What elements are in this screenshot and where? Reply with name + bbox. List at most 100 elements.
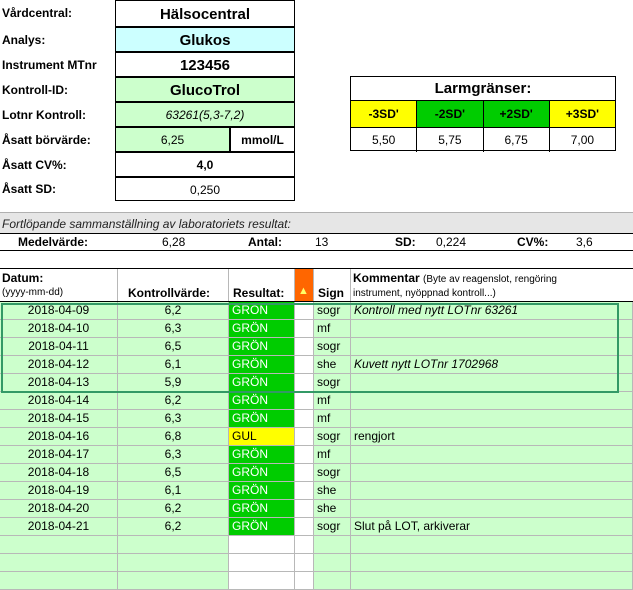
cell-date[interactable] — [0, 536, 118, 554]
cell-date[interactable]: 2018-04-09 — [0, 302, 118, 320]
cell-sign[interactable]: sogr — [314, 464, 351, 482]
cell-comment[interactable] — [351, 410, 633, 428]
cell-value[interactable]: 6,2 — [118, 392, 229, 410]
cell-value[interactable]: 6,5 — [118, 464, 229, 482]
cell-comment[interactable]: rengjort — [351, 428, 633, 446]
cell-blank[interactable] — [295, 554, 314, 572]
lotnr-field[interactable]: 63261(5,3-7,2) — [115, 102, 295, 127]
cell-value[interactable]: 5,9 — [118, 374, 229, 392]
sd-field[interactable]: 0,250 — [115, 177, 295, 201]
cell-blank[interactable] — [295, 500, 314, 518]
cell-sign[interactable] — [314, 554, 351, 572]
cell-blank[interactable] — [295, 392, 314, 410]
cell-result[interactable]: GRÖN — [229, 464, 295, 482]
cell-date[interactable]: 2018-04-21 — [0, 518, 118, 536]
cell-comment[interactable] — [351, 392, 633, 410]
cell-date[interactable]: 2018-04-16 — [0, 428, 118, 446]
cell-comment[interactable]: Kontroll med nytt LOTnr 63261 — [351, 302, 633, 320]
cell-blank[interactable] — [295, 374, 314, 392]
cv-field[interactable]: 4,0 — [115, 152, 295, 177]
cell-value[interactable]: 6,5 — [118, 338, 229, 356]
cell-result[interactable]: GRÖN — [229, 302, 295, 320]
cell-result[interactable]: GRÖN — [229, 482, 295, 500]
cell-value[interactable]: 6,3 — [118, 446, 229, 464]
cell-date[interactable]: 2018-04-12 — [0, 356, 118, 374]
cell-sign[interactable]: mf — [314, 446, 351, 464]
cell-sign[interactable]: mf — [314, 410, 351, 428]
cell-comment[interactable] — [351, 446, 633, 464]
cell-sign[interactable]: she — [314, 482, 351, 500]
cell-blank[interactable] — [295, 428, 314, 446]
cell-comment[interactable] — [351, 374, 633, 392]
cell-comment[interactable]: Slut på LOT, arkiverar — [351, 518, 633, 536]
cell-blank[interactable] — [295, 410, 314, 428]
cell-blank[interactable] — [295, 464, 314, 482]
cell-date[interactable]: 2018-04-18 — [0, 464, 118, 482]
cell-blank[interactable] — [295, 482, 314, 500]
vardcentral-field[interactable]: Hälsocentral — [115, 0, 295, 27]
cell-blank[interactable] — [295, 536, 314, 554]
cell-blank[interactable] — [295, 356, 314, 374]
cell-sign[interactable]: she — [314, 356, 351, 374]
cell-blank[interactable] — [295, 446, 314, 464]
cell-comment[interactable] — [351, 500, 633, 518]
cell-sign[interactable]: mf — [314, 320, 351, 338]
cell-result[interactable] — [229, 554, 295, 572]
instrument-field[interactable]: 123456 — [115, 52, 295, 77]
cell-value[interactable]: 6,1 — [118, 356, 229, 374]
cell-result[interactable]: GRÖN — [229, 392, 295, 410]
cell-comment[interactable] — [351, 464, 633, 482]
cell-value[interactable]: 6,1 — [118, 482, 229, 500]
cell-result[interactable]: GRÖN — [229, 500, 295, 518]
cell-comment[interactable] — [351, 536, 633, 554]
cell-result[interactable]: GRÖN — [229, 356, 295, 374]
cell-value[interactable]: 6,3 — [118, 320, 229, 338]
cell-result[interactable]: GRÖN — [229, 374, 295, 392]
cell-date[interactable]: 2018-04-15 — [0, 410, 118, 428]
kontroll-id-field[interactable]: GlucoTrol — [115, 77, 295, 102]
cell-sign[interactable]: sogr — [314, 338, 351, 356]
cell-value[interactable]: 6,2 — [118, 500, 229, 518]
cell-value[interactable]: 6,8 — [118, 428, 229, 446]
table-row — [0, 536, 633, 554]
cell-date[interactable]: 2018-04-19 — [0, 482, 118, 500]
cell-result[interactable]: GRÖN — [229, 446, 295, 464]
cell-date[interactable]: 2018-04-17 — [0, 446, 118, 464]
cell-result[interactable]: GRÖN — [229, 320, 295, 338]
filter-dropdown-button[interactable]: ▲ — [295, 269, 314, 301]
cell-blank[interactable] — [295, 320, 314, 338]
cell-sign[interactable]: mf — [314, 392, 351, 410]
cell-date[interactable] — [0, 554, 118, 572]
cell-value[interactable] — [118, 536, 229, 554]
cell-sign[interactable]: sogr — [314, 428, 351, 446]
cell-sign[interactable]: sogr — [314, 374, 351, 392]
cell-value[interactable]: 6,2 — [118, 518, 229, 536]
cell-value[interactable]: 6,2 — [118, 302, 229, 320]
cell-blank[interactable] — [295, 302, 314, 320]
cell-date[interactable]: 2018-04-10 — [0, 320, 118, 338]
cell-value[interactable]: 6,3 — [118, 410, 229, 428]
cell-sign[interactable] — [314, 536, 351, 554]
cell-date[interactable]: 2018-04-14 — [0, 392, 118, 410]
cell-blank[interactable] — [295, 338, 314, 356]
cell-comment[interactable] — [351, 338, 633, 356]
borvarde-field[interactable]: 6,25 — [115, 127, 230, 152]
cell-sign[interactable]: she — [314, 500, 351, 518]
cell-result[interactable]: GRÖN — [229, 518, 295, 536]
cell-comment[interactable] — [351, 482, 633, 500]
cell-date[interactable]: 2018-04-11 — [0, 338, 118, 356]
cell-blank[interactable] — [295, 518, 314, 536]
cell-result[interactable]: GRÖN — [229, 410, 295, 428]
cell-comment[interactable]: Kuvett nytt LOTnr 1702968 — [351, 356, 633, 374]
cell-date[interactable]: 2018-04-13 — [0, 374, 118, 392]
cell-value[interactable] — [118, 554, 229, 572]
analys-field[interactable]: Glukos — [115, 27, 295, 52]
cell-comment[interactable] — [351, 320, 633, 338]
cell-sign[interactable]: sogr — [314, 518, 351, 536]
cell-date[interactable]: 2018-04-20 — [0, 500, 118, 518]
cell-result[interactable]: GRÖN — [229, 338, 295, 356]
cell-sign[interactable]: sogr — [314, 302, 351, 320]
cell-result[interactable] — [229, 536, 295, 554]
cell-comment[interactable] — [351, 554, 633, 572]
cell-result[interactable]: GUL — [229, 428, 295, 446]
